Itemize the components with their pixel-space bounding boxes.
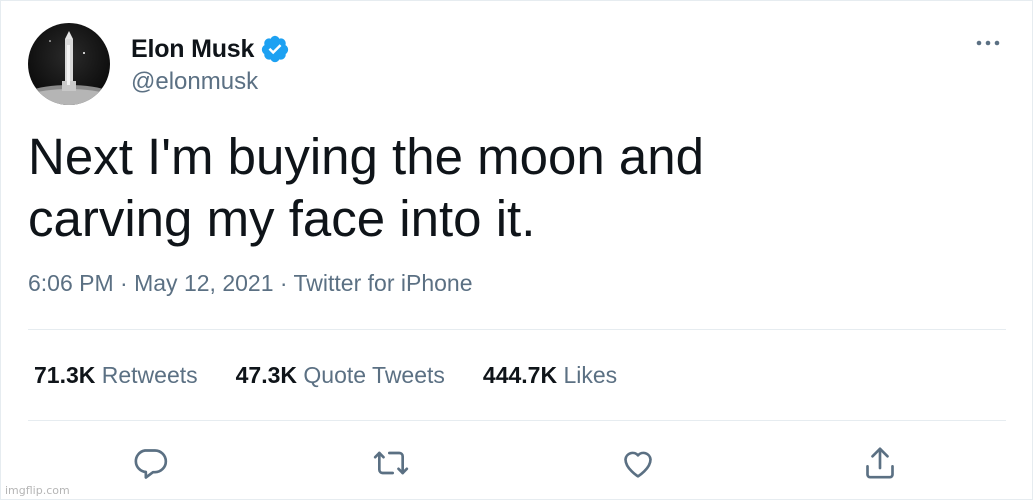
likes-count: 444.7K [482,362,558,388]
tweet-time[interactable]: 6:06 PM [28,270,114,296]
retweet-button[interactable] [371,443,411,483]
tweet-stats: 71.3K Retweets 47.3K Quote Tweets 444.7K… [34,362,655,389]
retweet-icon [373,451,409,475]
verified-badge-icon [260,34,290,64]
author-handle[interactable]: @elonmusk [131,68,290,96]
tweet-text: Next I'm buying the moon and carving my … [28,128,704,247]
tweet-header: Elon Musk @elonmusk [28,23,1008,109]
tweet-source[interactable]: Twitter for iPhone [294,270,473,296]
tweet-meta: 6:06 PM · May 12, 2021 · Twitter for iPh… [28,270,472,297]
heart-icon [624,451,652,478]
more-options-button[interactable] [973,33,1003,53]
watermark: imgflip.com [5,484,70,497]
divider [28,420,1006,421]
likes-stat[interactable]: 444.7K Likes [483,362,617,389]
likes-label: Likes [563,362,618,388]
quote-tweets-stat[interactable]: 47.3K Quote Tweets [236,362,445,389]
tweet-card: Elon Musk @elonmusk Next I'm buying the … [0,0,1033,500]
tweet-actions [28,443,1008,483]
share-button[interactable] [860,443,900,483]
retweets-count: 71.3K [34,362,96,388]
quote-tweets-label: Quote Tweets [303,362,445,388]
share-icon [866,447,894,479]
meta-separator: · [273,270,294,296]
author-block: Elon Musk @elonmusk [131,32,290,96]
retweets-label: Retweets [101,362,198,388]
author-display-name[interactable]: Elon Musk [131,35,254,64]
meta-separator: · [113,270,135,296]
tweet-date[interactable]: May 12, 2021 [134,270,273,296]
divider [28,329,1006,330]
avatar[interactable] [28,23,110,105]
name-row: Elon Musk [131,32,290,66]
tweet: Elon Musk @elonmusk Next I'm buying the … [28,23,1008,479]
reply-icon [134,449,168,479]
quote-tweets-count: 47.3K [235,362,298,388]
like-button[interactable] [618,443,658,483]
more-dots-icon [976,40,1000,46]
retweets-stat[interactable]: 71.3K Retweets [34,362,198,389]
reply-button[interactable] [130,443,170,483]
